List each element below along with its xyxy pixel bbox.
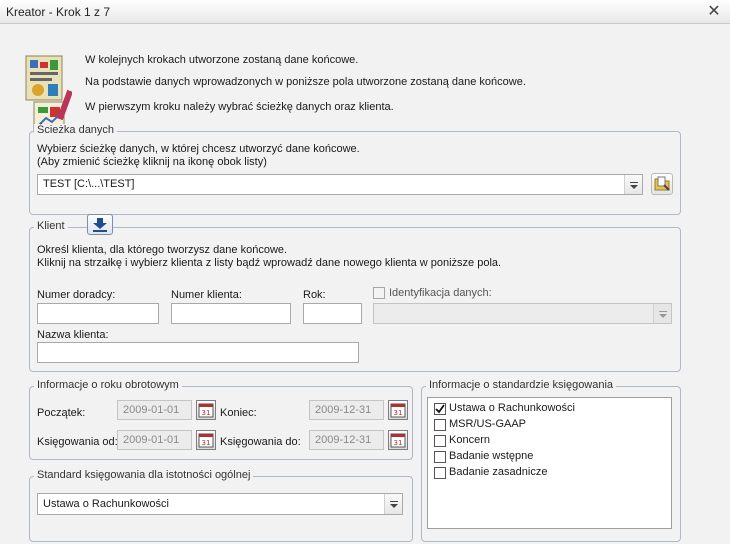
client-name-label: Nazwa klienta:	[37, 329, 109, 341]
accounting-standards-list: Ustawa o Rachunkowości MSR/US-GAAP Konce…	[427, 397, 672, 529]
standard-checkbox-3[interactable]	[434, 435, 446, 447]
calendar-day-text: 31	[202, 409, 211, 417]
standard-label-1: Ustawa o Rachunkowości	[449, 402, 575, 414]
close-icon[interactable]: ✕	[704, 2, 724, 22]
end-date-value: 2009-12-31	[315, 404, 372, 416]
postings-to-field[interactable]: 2009-12-31	[309, 430, 384, 450]
path-description-2: (Aby zmienić ścieżkę kliknij na ikonę ob…	[37, 156, 267, 168]
calendar-icon[interactable]: 31	[388, 430, 408, 450]
intro-line-1: W kolejnych krokach utworzone zostaną da…	[85, 54, 359, 66]
postings-from-value: 2009-01-01	[123, 434, 180, 446]
calendar-day-text: 31	[394, 409, 403, 417]
client-description-1: Określ klienta, dla którego tworzysz dan…	[37, 244, 288, 256]
advisor-number-input[interactable]	[37, 303, 159, 324]
calendar-icon[interactable]: 31	[196, 400, 216, 420]
end-label: Koniec:	[220, 407, 257, 419]
title-bar: Kreator - Krok 1 z 7 ✕	[0, 0, 730, 24]
calendar-day-text: 31	[202, 439, 211, 447]
postings-from-field[interactable]: 2009-01-01	[117, 430, 192, 450]
path-group-legend: Ścieżka danych	[34, 124, 118, 136]
path-select-value: TEST [C:\...\TEST]	[43, 178, 135, 190]
start-label: Początek:	[37, 407, 86, 419]
start-date-field[interactable]: 2009-01-01	[117, 400, 192, 420]
standard-checkbox-4[interactable]	[434, 451, 446, 463]
client-group-legend: Klient	[34, 220, 68, 232]
chevron-down-icon[interactable]	[624, 175, 642, 194]
start-date-value: 2009-01-01	[123, 404, 180, 416]
postings-to-label: Księgowania do:	[220, 436, 301, 448]
materiality-standard-value: Ustawa o Rachunkowości	[43, 498, 169, 510]
advisor-number-label: Numer doradcy:	[37, 289, 116, 301]
calendar-icon[interactable]: 31	[196, 430, 216, 450]
window-title: Kreator - Krok 1 z 7	[6, 5, 111, 19]
calendar-icon[interactable]: 31	[388, 400, 408, 420]
postings-to-value: 2009-12-31	[315, 434, 372, 446]
standard-label-2: MSR/US-GAAP	[449, 418, 527, 430]
standard-label-4: Badanie wstępne	[449, 450, 534, 462]
postings-from-label: Księgowania od:	[37, 436, 118, 448]
client-description-2: Kliknij na strzałkę i wybierz klienta z …	[37, 257, 502, 269]
intro-line-3: W pierwszym kroku należy wybrać ścieżkę …	[85, 101, 394, 113]
path-description-1: Wybierz ścieżkę danych, w której chcesz …	[37, 143, 360, 155]
client-number-input[interactable]	[171, 303, 291, 324]
standard-label-5: Badanie zasadnicze	[449, 466, 548, 478]
standard-checkbox-1[interactable]	[434, 403, 446, 415]
materiality-standard-select[interactable]: Ustawa o Rachunkowości	[37, 493, 403, 515]
materiality-standard-legend: Standard księgowania dla istotności ogól…	[34, 469, 254, 481]
data-identification-select[interactable]	[373, 303, 672, 324]
data-identification-checkbox[interactable]	[373, 287, 385, 299]
client-number-label: Numer klienta:	[171, 289, 242, 301]
data-identification-label: Identyfikacja danych:	[389, 287, 492, 299]
standard-checkbox-2[interactable]	[434, 419, 446, 431]
path-select[interactable]: TEST [C:\...\TEST]	[37, 174, 643, 195]
intro-line-2: Na podstawie danych wprowadzonych w poni…	[85, 76, 526, 88]
year-label: Rok:	[303, 289, 326, 301]
year-input[interactable]	[303, 303, 362, 324]
standard-label-3: Koncern	[449, 434, 490, 446]
accounting-standards-legend: Informacje o standardzie księgowania	[426, 379, 617, 391]
chevron-down-icon[interactable]	[653, 304, 671, 323]
fiscal-year-legend: Informacje o roku obrotowym	[34, 379, 182, 391]
calendar-day-text: 31	[394, 439, 403, 447]
chevron-down-icon[interactable]	[384, 494, 402, 514]
client-name-input[interactable]	[37, 342, 359, 363]
end-date-field[interactable]: 2009-12-31	[309, 400, 384, 420]
folder-browse-icon[interactable]	[651, 173, 673, 195]
wizard-content: W kolejnych krokach utworzone zostaną da…	[0, 24, 730, 544]
standard-checkbox-5[interactable]	[434, 467, 446, 479]
download-arrow-icon[interactable]	[87, 214, 113, 235]
